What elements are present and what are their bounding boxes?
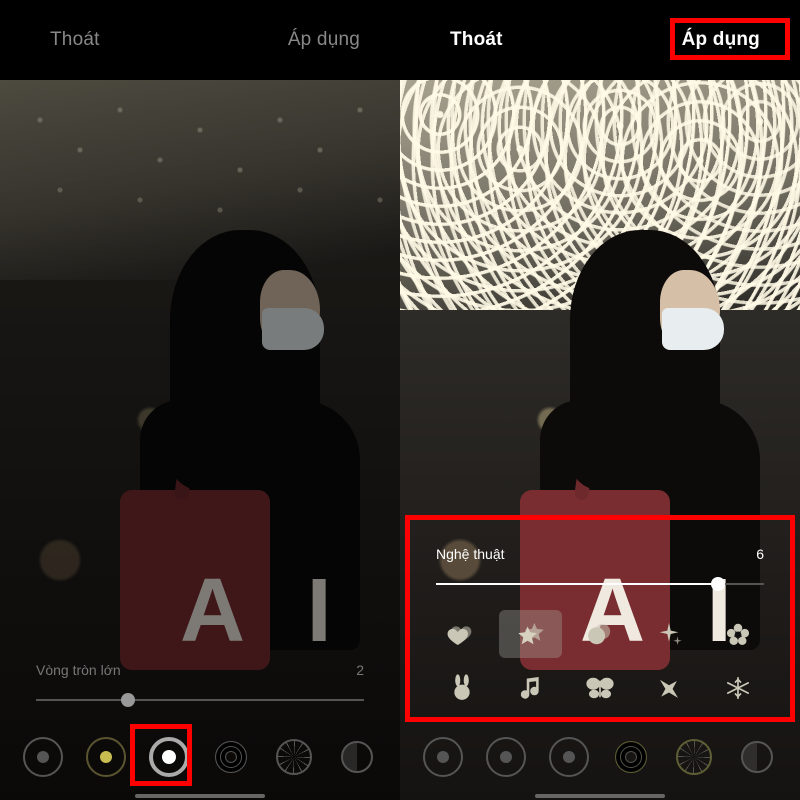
lens-solid-dot[interactable]: [423, 737, 463, 777]
exit-button[interactable]: Thoát: [450, 29, 503, 51]
apply-button[interactable]: Áp dụng: [288, 29, 360, 51]
slider-value: 2: [356, 662, 364, 678]
lens-concentric[interactable]: [211, 737, 251, 777]
slider-label: Vòng tròn lớn: [36, 662, 121, 678]
lens-solid-dot[interactable]: [23, 737, 63, 777]
shape-airplane[interactable]: [638, 664, 701, 712]
lens-yellow-dot[interactable]: [86, 737, 126, 777]
slider-value: 6: [756, 546, 764, 562]
slider-controls: Vòng tròn lớn 2: [10, 662, 390, 712]
lens-yellow-dot[interactable]: [486, 737, 526, 777]
slider-thumb[interactable]: [711, 577, 725, 591]
shape-sparkle[interactable]: [638, 610, 701, 658]
effect-controls: Nghệ thuật 6: [410, 546, 790, 712]
editor-pane-before: Thoát Áp dụng A I Vòng tròn lớn 2: [0, 0, 400, 800]
apply-button[interactable]: Áp dụng: [682, 29, 760, 51]
shape-snowflake[interactable]: [707, 664, 770, 712]
lens-half[interactable]: [337, 737, 377, 777]
lens-selector: [0, 722, 400, 792]
shape-butterfly[interactable]: [568, 664, 631, 712]
home-indicator: [535, 794, 665, 798]
lens-spokes[interactable]: [674, 737, 714, 777]
lens-spokes[interactable]: [274, 737, 314, 777]
exit-button[interactable]: Thoát: [50, 29, 100, 51]
top-bar: Thoát Áp dụng: [0, 0, 400, 80]
slider-track[interactable]: [36, 688, 364, 712]
shape-flower[interactable]: [707, 610, 770, 658]
shape-heart[interactable]: [430, 610, 493, 658]
shape-circle[interactable]: [568, 610, 631, 658]
home-indicator: [135, 794, 265, 798]
slider-thumb[interactable]: [121, 693, 135, 707]
lens-white-dot-dim[interactable]: [549, 737, 589, 777]
lens-concentric[interactable]: [611, 737, 651, 777]
lens-selector: [400, 722, 800, 792]
shape-star[interactable]: [499, 610, 562, 658]
slider-label: Nghệ thuật: [436, 546, 505, 562]
slider-track[interactable]: [436, 572, 764, 596]
shape-bunny[interactable]: [430, 664, 493, 712]
lens-half[interactable]: [737, 737, 777, 777]
shape-music-note[interactable]: [499, 664, 562, 712]
top-bar: Thoát Áp dụng: [400, 0, 800, 80]
editor-pane-after: Thoát Áp dụng A I Nghệ thuật 6: [400, 0, 800, 800]
lens-white-dot[interactable]: [149, 737, 189, 777]
shape-picker: [430, 610, 770, 712]
